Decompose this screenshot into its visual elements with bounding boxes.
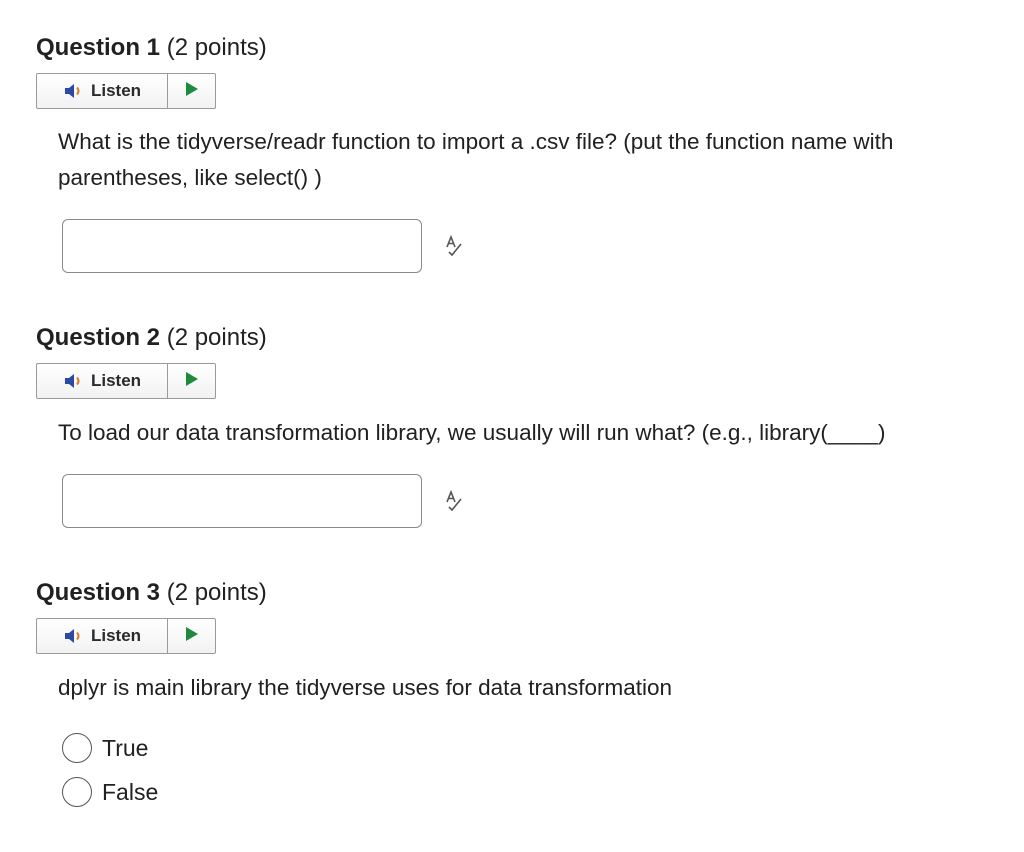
- spellcheck-icon[interactable]: [442, 234, 466, 258]
- question-3-text: dplyr is main library the tidyverse uses…: [58, 675, 673, 700]
- radio-true[interactable]: [62, 733, 92, 763]
- question-1-name: Question 1: [36, 34, 161, 61]
- answer-row-2: [62, 474, 466, 528]
- question-3-points: (2 points): [166, 579, 267, 606]
- speaker-icon: [63, 373, 85, 389]
- radio-false[interactable]: [62, 777, 92, 807]
- question-3: Question 3 (2 points) Listen dplyr is ma…: [36, 578, 996, 807]
- listen-button-1[interactable]: Listen: [37, 74, 168, 108]
- option-false[interactable]: False: [62, 770, 158, 814]
- question-2-text: To load our data transformation library,…: [58, 420, 886, 445]
- spellcheck-icon[interactable]: [442, 489, 466, 513]
- listen-widget-1: Listen: [36, 73, 216, 109]
- question-2-points: (2 points): [166, 324, 267, 351]
- listen-label: Listen: [90, 626, 142, 645]
- question-2-title: Question 2 (2 points): [36, 323, 996, 353]
- option-true[interactable]: True: [62, 726, 158, 770]
- listen-label: Listen: [90, 371, 142, 390]
- play-icon: [185, 81, 199, 102]
- listen-widget-3: Listen: [36, 618, 216, 654]
- option-false-label: False: [102, 778, 159, 805]
- question-1: Question 1 (2 points) Listen What is the…: [36, 33, 996, 273]
- question-1-text: What is the tidyverse/readr function to …: [58, 129, 894, 190]
- listen-widget-2: Listen: [36, 363, 216, 399]
- question-1-points: (2 points): [166, 34, 267, 61]
- play-icon: [185, 371, 199, 392]
- question-2-name: Question 2: [36, 324, 161, 351]
- answer-options-3: True False: [62, 726, 158, 814]
- option-true-label: True: [102, 734, 149, 761]
- question-2: Question 2 (2 points) Listen To load our…: [36, 323, 996, 528]
- speaker-icon: [63, 628, 85, 644]
- question-1-title: Question 1 (2 points): [36, 33, 996, 63]
- answer-row-1: [62, 219, 466, 273]
- speaker-icon: [63, 83, 85, 99]
- play-icon: [185, 626, 199, 647]
- listen-play-button-1[interactable]: [168, 74, 215, 108]
- listen-button-2[interactable]: Listen: [37, 364, 168, 398]
- answer-input-2[interactable]: [62, 474, 422, 528]
- listen-button-3[interactable]: Listen: [37, 619, 168, 653]
- listen-play-button-2[interactable]: [168, 364, 215, 398]
- question-3-title: Question 3 (2 points): [36, 578, 996, 608]
- answer-input-1[interactable]: [62, 219, 422, 273]
- listen-label: Listen: [90, 81, 142, 100]
- listen-play-button-3[interactable]: [168, 619, 215, 653]
- question-3-name: Question 3: [36, 579, 161, 606]
